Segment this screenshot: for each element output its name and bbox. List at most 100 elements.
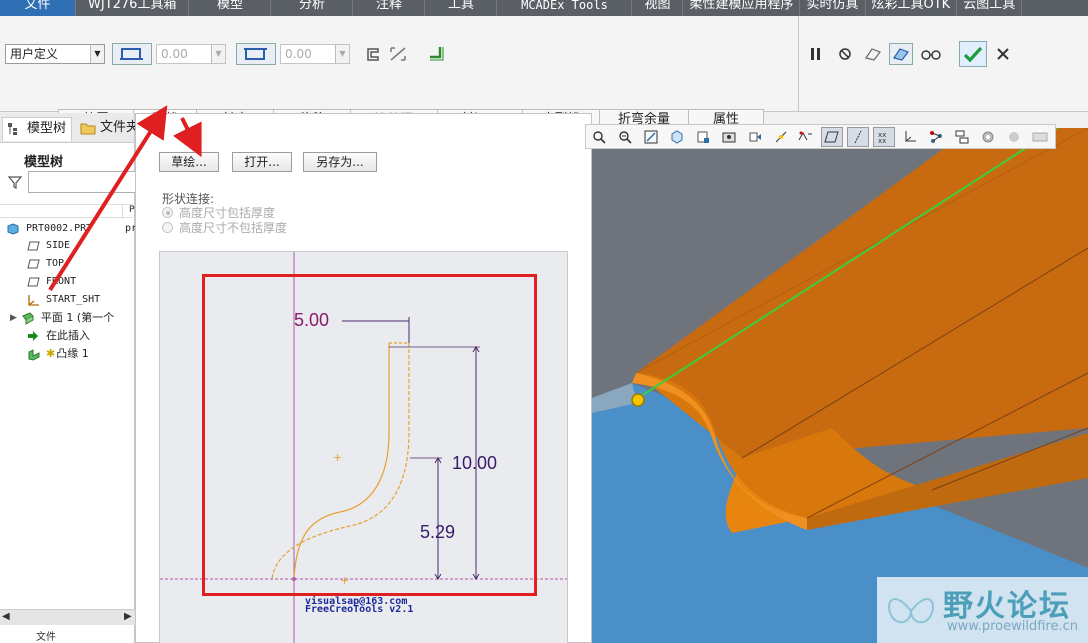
- tree-item-side[interactable]: SIDE: [26, 237, 70, 255]
- radio-dot-selected: [162, 207, 173, 218]
- preview-geometry-button[interactable]: [861, 43, 885, 65]
- radio-dot: [162, 222, 173, 233]
- axis-display-button[interactable]: [847, 126, 870, 147]
- menu-mcadex[interactable]: MCADEx Tools: [497, 0, 633, 16]
- chevron-down-icon: ▼: [335, 45, 349, 63]
- tree-search-input[interactable]: [28, 171, 136, 193]
- profile-type-select[interactable]: 用户定义 ▼: [5, 44, 105, 64]
- menu-model[interactable]: 模型: [189, 0, 272, 16]
- no-preview-button[interactable]: [833, 43, 857, 65]
- radio-exclude-thickness[interactable]: 高度尺寸不包括厚度: [162, 219, 287, 236]
- save-as-button[interactable]: 另存为...: [303, 152, 377, 172]
- refit-button[interactable]: [640, 127, 662, 147]
- highlight-frame: [202, 274, 537, 596]
- saved-orientations-button[interactable]: [666, 127, 688, 147]
- menu-view[interactable]: 视图: [632, 0, 684, 16]
- tab-model-tree[interactable]: 模型树: [2, 117, 72, 141]
- tree-item-label: FRONT: [46, 276, 77, 287]
- sphere-icon: [1009, 131, 1020, 142]
- flange-length-icon: [120, 48, 143, 60]
- tree-item-start-csys[interactable]: START_SHT: [26, 291, 100, 309]
- tree-item-top[interactable]: TOP: [26, 255, 64, 273]
- flange-feature-icon: [26, 347, 40, 361]
- expand-arrow-icon[interactable]: ▶: [10, 309, 17, 327]
- zoom-in-button[interactable]: [588, 127, 610, 147]
- thickness-flip-button[interactable]: [386, 43, 410, 65]
- spin-center-toggle-button[interactable]: [925, 127, 947, 147]
- menu-flexible-modeling[interactable]: 柔性建模应用程序: [683, 0, 801, 16]
- chevron-down-icon: ▼: [211, 45, 225, 63]
- axis-display-icon: [854, 130, 862, 143]
- tree-column-header: P: [0, 204, 135, 219]
- tree-view-icon: [955, 130, 969, 143]
- tree-item-front[interactable]: FRONT: [26, 273, 76, 291]
- menu-file[interactable]: 文件: [0, 0, 76, 16]
- menu-color-otk[interactable]: 炫彩工具OTK: [866, 0, 958, 16]
- menu-annotate[interactable]: 注释: [353, 0, 426, 16]
- cancel-button[interactable]: [991, 43, 1015, 65]
- point-display-icon: xxxx: [878, 131, 886, 144]
- annotation-display-button[interactable]: [796, 127, 818, 147]
- folder-icon: [80, 121, 96, 141]
- insert-arrow-icon: [26, 329, 40, 343]
- tab-folder-browser[interactable]: 文件夹: [76, 117, 135, 141]
- tree-item-plane1[interactable]: ▶ 平面 1 (第一个: [10, 309, 114, 327]
- menu-cloud-tools[interactable]: 云图工具: [957, 0, 1023, 16]
- tree-item-insert-here[interactable]: 在此插入: [26, 327, 90, 345]
- csys-display-icon: [905, 130, 917, 141]
- display-style-button[interactable]: [718, 127, 740, 147]
- perspective-icon: [749, 132, 761, 141]
- thickness-input-1[interactable]: 0.00 ▼: [156, 44, 226, 64]
- cube-icon: [671, 129, 683, 144]
- tree-item-part[interactable]: PRT0002.PRT pr: [6, 220, 137, 238]
- scene-icon: [1032, 132, 1048, 141]
- verify-feature-button[interactable]: [889, 43, 913, 65]
- sketch-button[interactable]: 草绘...: [159, 152, 219, 172]
- filter-icon[interactable]: [7, 175, 23, 193]
- point-display-button[interactable]: xx xx: [873, 126, 896, 147]
- menu-live-sim[interactable]: 实时仿真: [800, 0, 866, 16]
- csys-display-button[interactable]: [899, 127, 921, 147]
- refit-icon: [644, 130, 658, 143]
- model-tree-tabs: 模型树 文件夹: [0, 113, 135, 143]
- butterfly-logo-icon: [888, 598, 934, 624]
- thickness-input-2[interactable]: 0.00 ▼: [280, 44, 350, 64]
- coordinate-system-icon: [26, 293, 40, 307]
- sheetmetal-3d-view: [592, 128, 1088, 643]
- repaint-button[interactable]: [692, 127, 714, 147]
- scroll-left-icon[interactable]: ◀: [2, 611, 10, 622]
- annotation-icon: [799, 131, 813, 140]
- glasses-icon: [921, 50, 941, 60]
- relief-button[interactable]: [424, 43, 448, 65]
- zoom-out-icon: [619, 130, 632, 144]
- model-tree-view-button[interactable]: [951, 127, 973, 147]
- zoom-out-button[interactable]: [614, 127, 636, 147]
- tree-item-label: START_SHT: [46, 294, 101, 305]
- plane-display-button[interactable]: [821, 126, 844, 147]
- appearance-button[interactable]: [977, 127, 999, 147]
- length-side2-button[interactable]: [236, 43, 276, 65]
- ribbon-actions: [798, 16, 1088, 112]
- ok-button[interactable]: [959, 41, 987, 67]
- graphics-viewport[interactable]: [592, 128, 1088, 643]
- scroll-right-icon[interactable]: ▶: [124, 611, 132, 622]
- length-side1-button[interactable]: [112, 43, 152, 65]
- flip-direction-button[interactable]: [362, 43, 386, 65]
- radio-exclude-label: 高度尺寸不包括厚度: [179, 221, 288, 235]
- menu-wjt-toolbox[interactable]: WJT276工具箱: [76, 0, 190, 16]
- tree-scrollbar[interactable]: ◀ ▶: [0, 609, 135, 625]
- profile-type-value: 用户定义: [10, 47, 59, 61]
- menu-analysis[interactable]: 分析: [271, 0, 354, 16]
- render-button[interactable]: [1003, 127, 1025, 147]
- scene-button[interactable]: [1029, 127, 1051, 147]
- tree-item-flange1[interactable]: ✱ 凸缘 1: [26, 345, 89, 363]
- open-button[interactable]: 打开...: [232, 152, 292, 172]
- menu-bar: 文件 WJT276工具箱 模型 分析 注释 工具 MCADEx Tools 视图…: [0, 0, 1088, 16]
- menu-tools[interactable]: 工具: [425, 0, 498, 16]
- chevron-down-icon: ▼: [90, 45, 104, 63]
- spin-center-button[interactable]: [770, 127, 792, 147]
- perspective-button[interactable]: [744, 127, 766, 147]
- glasses-button[interactable]: [919, 43, 943, 65]
- pause-button[interactable]: [804, 43, 828, 65]
- network-icon: [930, 130, 943, 143]
